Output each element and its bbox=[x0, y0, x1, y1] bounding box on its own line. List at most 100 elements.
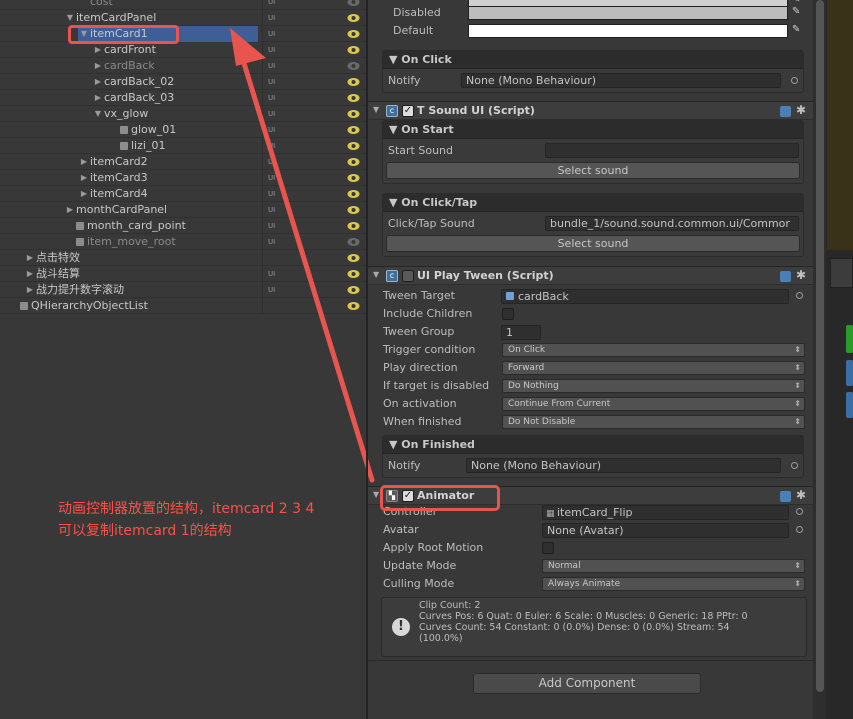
add-component-button[interactable]: Add Component bbox=[473, 673, 701, 694]
hierarchy-item[interactable]: ▼ itemCardPanel bbox=[0, 10, 366, 26]
tab-stub[interactable] bbox=[830, 258, 853, 288]
inspector-scrollbar-thumb[interactable] bbox=[816, 0, 824, 692]
tsound-title: T Sound UI (Script) bbox=[417, 104, 535, 117]
activation-dropdown[interactable]: Continue From Current ⬍ bbox=[502, 397, 805, 411]
animator-controller-icon: ▦ bbox=[546, 509, 555, 519]
color-row-disabled: Disabled ✎ bbox=[368, 5, 813, 21]
gear-icon[interactable]: ✱ bbox=[796, 103, 806, 117]
hierarchy-item[interactable]: item_move_root bbox=[0, 234, 366, 250]
foldout-arrow-icon[interactable]: ▶ bbox=[92, 90, 104, 106]
object-picker-icon[interactable] bbox=[796, 526, 803, 533]
hierarchy-item[interactable]: ▶ cardBack_03 bbox=[0, 90, 366, 106]
on-click-header[interactable]: ▼ On Click bbox=[383, 51, 803, 69]
hierarchy-item-tree: ▶ itemCard4 bbox=[78, 186, 148, 202]
divider bbox=[368, 660, 813, 661]
hierarchy-item[interactable]: ▶ 点击特效 bbox=[0, 250, 366, 266]
if-disabled-row: If target is disabled Do Nothing ⬍ bbox=[368, 378, 813, 394]
foldout-arrow-icon[interactable]: ▼ bbox=[373, 105, 379, 114]
include-children-checkbox[interactable] bbox=[502, 308, 514, 320]
root-motion-label: Apply Root Motion bbox=[383, 541, 484, 554]
disabled-color-swatch[interactable] bbox=[468, 6, 788, 20]
foldout-arrow-icon[interactable]: ▶ bbox=[24, 282, 36, 298]
hierarchy-item[interactable]: cost bbox=[0, 0, 366, 10]
trigger-dropdown[interactable]: On Click ⬍ bbox=[502, 343, 805, 357]
hierarchy-item[interactable]: ▶ 战力提升数字滚动 bbox=[0, 282, 366, 298]
foldout-arrow-icon[interactable]: ▼ bbox=[373, 490, 379, 499]
gameobject-cube-icon bbox=[76, 222, 84, 230]
tsound-enabled-checkbox[interactable]: ✓ bbox=[402, 105, 414, 117]
hierarchy-item[interactable]: lizi_01 bbox=[0, 138, 366, 154]
hierarchy-item[interactable]: QHierarchyObjectList bbox=[0, 298, 366, 314]
dropdown-arrow-icon: ⬍ bbox=[794, 561, 801, 570]
foldout-arrow-icon[interactable]: ▶ bbox=[24, 250, 36, 266]
hierarchy-item-tree: ▶ cardBack_02 bbox=[92, 74, 174, 90]
eyedropper-icon[interactable]: ✎ bbox=[792, 6, 800, 17]
hierarchy-item[interactable]: ▶ itemCard3 bbox=[0, 170, 366, 186]
gear-icon[interactable]: ✱ bbox=[796, 488, 806, 502]
hierarchy-item[interactable]: ▶ itemCard4 bbox=[0, 186, 366, 202]
select-sound-button[interactable]: Select sound bbox=[386, 162, 800, 179]
help-book-icon[interactable] bbox=[780, 491, 791, 502]
hierarchy-item[interactable]: ▶ cardBack bbox=[0, 58, 366, 74]
tween-component-header[interactable]: ▼ c ✓ UI Play Tween (Script) ✱ bbox=[368, 266, 813, 285]
on-start-header[interactable]: ▼ On Start bbox=[383, 121, 803, 139]
if-disabled-dropdown[interactable]: Do Nothing ⬍ bbox=[502, 379, 805, 393]
scene-view-edge bbox=[827, 0, 853, 250]
foldout-arrow-icon[interactable]: ▶ bbox=[78, 186, 90, 202]
default-label: Default bbox=[393, 24, 434, 37]
select-sound-button[interactable]: Select sound bbox=[386, 235, 800, 252]
foldout-arrow-icon[interactable]: ▶ bbox=[78, 170, 90, 186]
finished-dropdown[interactable]: Do Not Disable ⬍ bbox=[502, 415, 805, 429]
foldout-arrow-icon[interactable]: ▶ bbox=[92, 58, 104, 74]
update-mode-dropdown[interactable]: Normal ⬍ bbox=[542, 559, 805, 573]
foldout-arrow-icon[interactable]: ▶ bbox=[24, 266, 36, 282]
start-sound-field[interactable] bbox=[545, 143, 799, 158]
help-book-icon[interactable] bbox=[780, 271, 791, 282]
object-picker-icon[interactable] bbox=[796, 292, 803, 299]
hierarchy-item-tree: ▶ itemCard3 bbox=[78, 170, 148, 186]
avatar-field[interactable]: None (Avatar) bbox=[542, 523, 789, 538]
tween-group-field[interactable]: 1 bbox=[501, 325, 541, 340]
hierarchy-item[interactable]: ▼ vx_glow bbox=[0, 106, 366, 122]
foldout-arrow-icon[interactable]: ▼ bbox=[92, 106, 104, 122]
foldout-arrow-icon[interactable]: ▼ bbox=[64, 10, 76, 26]
object-picker-icon[interactable] bbox=[796, 508, 803, 515]
color-row-default: Default ✎ bbox=[368, 23, 813, 39]
root-motion-checkbox[interactable] bbox=[542, 542, 554, 554]
hierarchy-item[interactable]: glow_01 bbox=[0, 122, 366, 138]
notify-object-field[interactable]: None (Mono Behaviour) bbox=[461, 73, 781, 88]
object-picker-icon[interactable] bbox=[791, 77, 798, 84]
hierarchy-item-label: monthCardPanel bbox=[76, 203, 168, 216]
hierarchy-item[interactable]: ▶ itemCard2 bbox=[0, 154, 366, 170]
culling-mode-dropdown[interactable]: Always Animate ⬍ bbox=[542, 577, 805, 591]
hierarchy-item[interactable]: ▶ cardBack_02 bbox=[0, 74, 366, 90]
on-click-tap-header[interactable]: ▼ On Click/Tap bbox=[383, 194, 803, 212]
trigger-row: Trigger condition On Click ⬍ bbox=[368, 342, 813, 358]
trigger-label: Trigger condition bbox=[383, 343, 476, 356]
on-finished-header[interactable]: ▼ On Finished bbox=[383, 436, 803, 454]
foldout-arrow-icon[interactable]: ▶ bbox=[92, 42, 104, 58]
click-tap-sound-field[interactable]: bundle_1/sound.sound.common.ui/Commor bbox=[545, 216, 799, 231]
on-click-event: ▼ On Click Notify None (Mono Behaviour) bbox=[382, 50, 804, 93]
hierarchy-item-label: lizi_01 bbox=[131, 139, 166, 152]
hierarchy-item[interactable]: ▶ monthCardPanel bbox=[0, 202, 366, 218]
notify-object-field[interactable]: None (Mono Behaviour) bbox=[466, 458, 781, 473]
hierarchy-item[interactable]: ▶ 战斗结算 bbox=[0, 266, 366, 282]
foldout-arrow-icon[interactable]: ▶ bbox=[92, 74, 104, 90]
foldout-arrow-icon[interactable]: ▶ bbox=[78, 154, 90, 170]
hierarchy-item[interactable]: month_card_point bbox=[0, 218, 366, 234]
foldout-arrow-icon[interactable]: ▼ bbox=[373, 270, 379, 279]
eyedropper-icon[interactable]: ✎ bbox=[792, 24, 800, 35]
controller-field[interactable]: ▦ itemCard_Flip bbox=[542, 505, 789, 520]
hierarchy-item-label: cardBack_02 bbox=[104, 75, 175, 88]
tsound-component-header[interactable]: ▼ c ✓ T Sound UI (Script) ✱ bbox=[368, 101, 813, 120]
gear-icon[interactable]: ✱ bbox=[796, 268, 806, 282]
object-picker-icon[interactable] bbox=[791, 462, 798, 469]
tween-enabled-checkbox[interactable]: ✓ bbox=[402, 270, 414, 282]
direction-dropdown[interactable]: Forward ⬍ bbox=[502, 361, 805, 375]
tween-target-field[interactable]: cardBack bbox=[501, 289, 789, 304]
default-color-swatch[interactable] bbox=[468, 24, 788, 38]
help-book-icon[interactable] bbox=[780, 106, 791, 117]
hierarchy-item[interactable]: ▶ cardFront bbox=[0, 42, 366, 58]
foldout-arrow-icon[interactable]: ▶ bbox=[64, 202, 76, 218]
